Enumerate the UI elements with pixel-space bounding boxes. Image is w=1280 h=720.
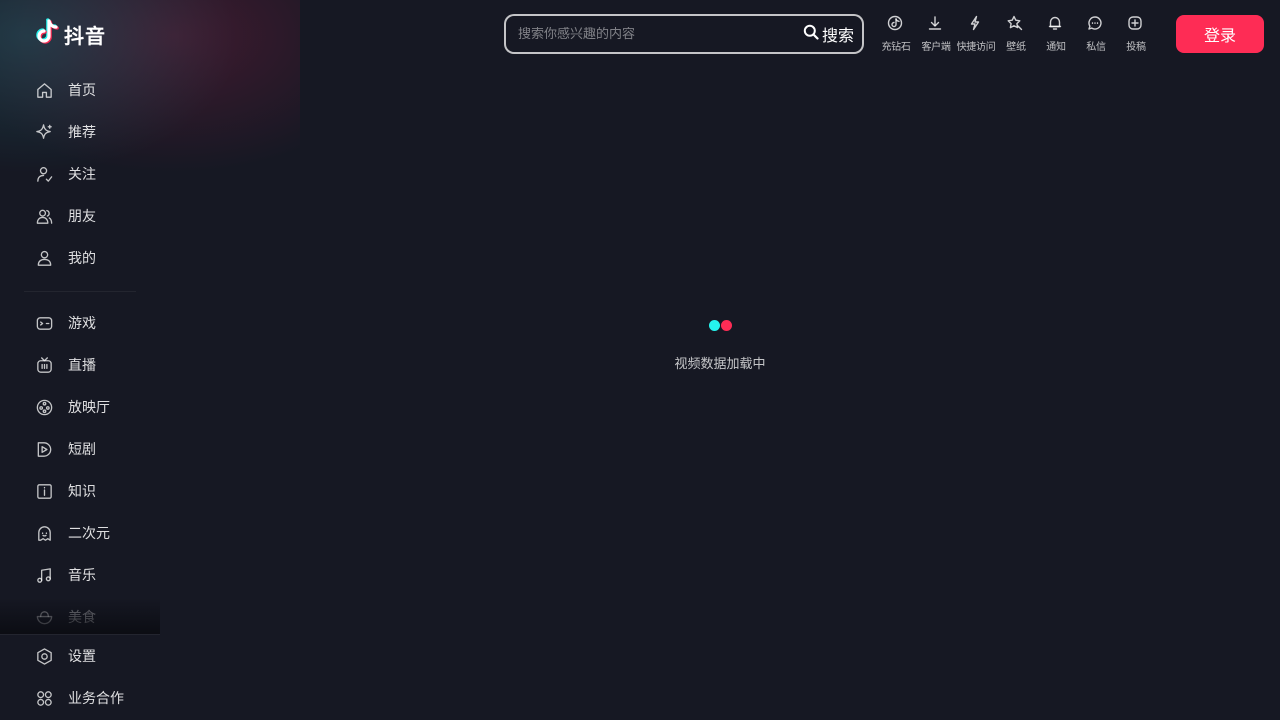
- search-input[interactable]: [506, 26, 800, 42]
- film-reel-icon: [34, 397, 54, 417]
- follow-icon: [34, 164, 54, 184]
- sidebar-item-label: 业务合作: [68, 691, 124, 707]
- home-icon: [34, 80, 54, 100]
- sidebar-item-recommend[interactable]: 推荐: [0, 111, 160, 153]
- sidebar-item-music[interactable]: 音乐: [0, 554, 160, 596]
- sidebar-item-anime[interactable]: 二次元: [0, 512, 160, 554]
- search-icon: [803, 24, 819, 44]
- sidebar: 抖音 首页 推荐 关注 朋友 我的 游戏 直播 放映厅 短剧 知识 二次元 音乐…: [0, 0, 160, 720]
- tool-upload[interactable]: 投稿: [1116, 14, 1156, 53]
- sidebar-item-label: 关注: [68, 167, 96, 183]
- category-nav: 游戏 直播 放映厅 短剧 知识 二次元 音乐 美食: [0, 302, 160, 638]
- loading-text: 视频数据加载中: [674, 357, 766, 372]
- sidebar-item-knowledge[interactable]: 知识: [0, 470, 160, 512]
- search-button[interactable]: 搜索: [800, 22, 862, 46]
- tool-label: 充钻石: [881, 42, 911, 53]
- sidebar-item-follow[interactable]: 关注: [0, 153, 160, 195]
- sidebar-divider: [24, 291, 136, 292]
- sidebar-item-friends[interactable]: 朋友: [0, 195, 160, 237]
- sidebar-item-label: 美食: [68, 610, 96, 626]
- download-icon: [927, 15, 945, 33]
- sidebar-item-live[interactable]: 直播: [0, 344, 160, 386]
- sidebar-item-label: 音乐: [68, 568, 96, 584]
- tool-notifications[interactable]: 通知: [1036, 14, 1076, 53]
- loading-indicator: 视频数据加载中: [620, 318, 820, 372]
- loading-dots: [708, 318, 732, 332]
- tool-label: 壁纸: [1006, 42, 1026, 53]
- sidebar-item-label: 我的: [68, 251, 96, 267]
- sidebar-item-settings[interactable]: 设置: [0, 635, 160, 677]
- tool-label: 客户端: [921, 42, 951, 53]
- tool-label: 投稿: [1126, 42, 1146, 53]
- play-icon: [34, 439, 54, 459]
- sidebar-item-label: 知识: [68, 484, 96, 500]
- lightning-icon: [967, 15, 985, 33]
- bottom-nav: 设置 业务合作: [0, 634, 160, 719]
- sidebar-item-label: 短剧: [68, 442, 96, 458]
- sparkle-icon: [34, 122, 54, 142]
- sidebar-item-theater[interactable]: 放映厅: [0, 386, 160, 428]
- friends-icon: [34, 206, 54, 226]
- wallpaper-icon: [1007, 15, 1025, 33]
- sidebar-item-label: 首页: [68, 83, 96, 99]
- sidebar-item-label: 二次元: [68, 526, 110, 542]
- user-icon: [34, 248, 54, 268]
- sidebar-item-label: 朋友: [68, 209, 96, 225]
- search-button-label: 搜索: [821, 26, 854, 45]
- tool-label: 通知: [1046, 42, 1066, 53]
- primary-nav: 首页 推荐 关注 朋友 我的: [0, 69, 160, 279]
- search-box: 搜索: [504, 14, 864, 54]
- sidebar-item-home[interactable]: 首页: [0, 69, 160, 111]
- sidebar-item-shortdrama[interactable]: 短剧: [0, 428, 160, 470]
- settings-icon: [34, 646, 54, 666]
- loading-dot-red: [720, 319, 732, 331]
- sidebar-item-label: 放映厅: [68, 400, 110, 416]
- sidebar-item-label: 游戏: [68, 316, 96, 332]
- douyin-app: 抖音 首页 推荐 关注 朋友 我的 游戏 直播 放映厅 短剧 知识 二次元 音乐…: [0, 0, 1280, 720]
- sidebar-item-label: 直播: [68, 358, 96, 374]
- bowl-icon: [34, 607, 54, 627]
- tool-client[interactable]: 客户端: [916, 14, 956, 53]
- tool-quick-access[interactable]: 快捷访问: [956, 14, 996, 53]
- tool-recharge[interactable]: 充钻石: [876, 14, 916, 53]
- sidebar-item-label: 设置: [68, 649, 96, 665]
- message-icon: [1087, 15, 1105, 33]
- diamond-icon: [887, 15, 905, 33]
- sidebar-item-label: 推荐: [68, 125, 96, 141]
- grid-icon: [34, 688, 54, 708]
- upload-icon: [1127, 15, 1145, 33]
- sidebar-item-business[interactable]: 业务合作: [0, 677, 160, 719]
- tv-icon: [34, 355, 54, 375]
- tool-label: 快捷访问: [956, 42, 996, 53]
- gamepad-icon: [34, 313, 54, 333]
- loading-dot-cyan: [708, 319, 720, 331]
- douyin-logo-icon: [34, 18, 60, 50]
- tool-messages[interactable]: 私信: [1076, 14, 1116, 53]
- sidebar-item-games[interactable]: 游戏: [0, 302, 160, 344]
- tool-label: 私信: [1086, 42, 1106, 53]
- sidebar-item-food[interactable]: 美食: [0, 596, 160, 638]
- tool-wallpaper[interactable]: 壁纸: [996, 14, 1036, 53]
- logo[interactable]: 抖音: [34, 18, 106, 50]
- music-note-icon: [34, 565, 54, 585]
- sidebar-item-me[interactable]: 我的: [0, 237, 160, 279]
- info-icon: [34, 481, 54, 501]
- header-tools: 充钻石 客户端 快捷访问 壁纸 通知 私信 投稿: [876, 14, 1156, 53]
- login-button[interactable]: 登录: [1176, 15, 1264, 53]
- logo-text: 抖音: [64, 23, 106, 48]
- bell-icon: [1047, 15, 1065, 33]
- ghost-icon: [34, 523, 54, 543]
